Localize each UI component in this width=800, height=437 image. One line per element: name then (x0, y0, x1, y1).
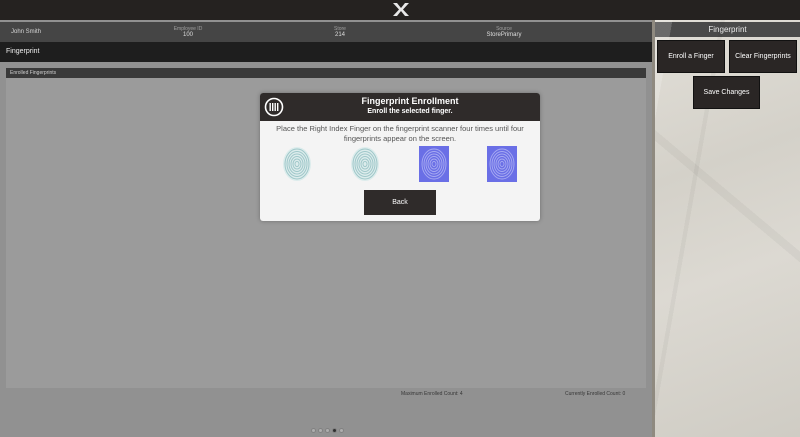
fingerprint-pending-icon (351, 147, 379, 181)
dialog-subtitle: Enroll the selected finger. (367, 108, 453, 115)
fingerprint-captured-icon (487, 146, 517, 182)
fingerprint-enrollment-dialog: Fingerprint Enrollment Enroll the select… (260, 93, 540, 221)
dialog-title: Fingerprint Enrollment (361, 96, 459, 106)
enroll-finger-button[interactable]: Enroll a Finger (657, 40, 725, 73)
fingerprint-pending-icon (283, 147, 311, 181)
back-button[interactable]: Back (364, 190, 436, 215)
modal-backdrop (0, 20, 652, 437)
dialog-instructions: Place the Right Index Finger on the fing… (276, 124, 524, 143)
save-changes-button[interactable]: Save Changes (693, 76, 760, 109)
xstore-logo-icon (393, 3, 409, 16)
top-bar (0, 0, 800, 20)
clear-fingerprints-button[interactable]: Clear Fingerprints (729, 40, 797, 73)
dialog-header: Fingerprint Enrollment Enroll the select… (260, 93, 540, 121)
action-sidebar: Fingerprint Enroll a Finger Clear Finger… (655, 20, 800, 437)
sidebar-title: Fingerprint (655, 22, 800, 37)
fingerprint-captured-icon (419, 146, 449, 182)
